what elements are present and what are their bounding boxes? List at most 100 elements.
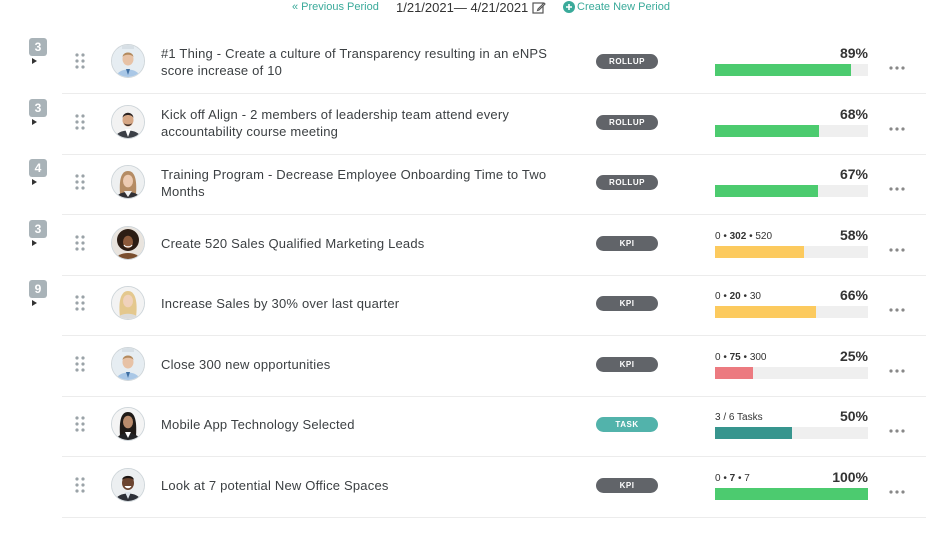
kpi-target: 7 xyxy=(744,473,750,484)
kpi-values: 0 • 7 • 7 xyxy=(715,473,750,484)
expand-caret-icon[interactable] xyxy=(32,119,37,125)
man-suit-icon xyxy=(111,105,145,139)
row-divider xyxy=(62,517,926,518)
progress-fill xyxy=(715,185,818,197)
goal-row[interactable]: 9 Increase Sales by 30% over last quarter… xyxy=(0,280,950,336)
goal-row[interactable]: Close 300 new opportunities KPI 0 • 75 • 3… xyxy=(0,341,950,397)
more-options-icon[interactable] xyxy=(889,360,905,373)
drag-handle-icon[interactable] xyxy=(74,416,86,432)
goal-row[interactable]: Look at 7 potential New Office Spaces KPI… xyxy=(0,462,950,518)
goal-title[interactable]: Look at 7 potential New Office Spaces xyxy=(161,477,571,494)
progress-bar xyxy=(715,125,868,137)
progress-bar xyxy=(715,367,868,379)
kpi-target: 30 xyxy=(749,291,761,302)
row-divider xyxy=(62,214,926,215)
man-shirt-icon xyxy=(111,44,145,78)
edit-icon[interactable] xyxy=(532,1,546,15)
more-options-icon[interactable] xyxy=(889,239,905,252)
child-count-badge: 4 xyxy=(29,159,47,177)
create-new-period-link[interactable]: Create New Period xyxy=(577,1,670,13)
woman-dark-icon xyxy=(111,407,145,441)
progress-fill xyxy=(715,306,816,318)
goal-title[interactable]: #1 Thing - Create a culture of Transpare… xyxy=(161,45,571,79)
expand-caret-icon[interactable] xyxy=(32,240,37,246)
goal-title[interactable]: Create 520 Sales Qualified Marketing Lea… xyxy=(161,235,571,252)
drag-handle-icon[interactable] xyxy=(74,53,86,69)
kpi-start: 0 xyxy=(715,352,721,363)
kpi-current: 302 xyxy=(729,231,747,242)
drag-handle-icon[interactable] xyxy=(74,174,86,190)
goal-title[interactable]: Mobile App Technology Selected xyxy=(161,416,571,433)
kpi-values: 0 • 302 • 520 xyxy=(715,231,773,242)
rollup-badge: ROLLUP xyxy=(596,115,658,130)
progress-fill xyxy=(715,64,851,76)
previous-period-link[interactable]: « Previous Period xyxy=(292,1,379,13)
progress-fill xyxy=(715,488,868,500)
progress-percent: 100% xyxy=(832,469,868,485)
goal-row[interactable]: 3 #1 Thing - Create a culture of Transpar… xyxy=(0,38,950,94)
woman-icon xyxy=(111,165,145,199)
more-options-icon[interactable] xyxy=(889,481,905,494)
drag-handle-icon[interactable] xyxy=(74,295,86,311)
row-divider xyxy=(62,93,926,94)
row-divider xyxy=(62,154,926,155)
more-options-icon[interactable] xyxy=(889,299,905,312)
progress-bar xyxy=(715,246,868,258)
goal-title[interactable]: Kick off Align - 2 members of leadership… xyxy=(161,106,571,140)
kpi-start: 0 xyxy=(715,291,721,302)
progress-percent: 89% xyxy=(839,45,868,61)
add-circle-icon[interactable] xyxy=(563,1,575,13)
man-shirt-icon xyxy=(111,347,145,381)
progress-bar xyxy=(715,64,868,76)
goal-row[interactable]: 4 Training Program - Decrease Employee On… xyxy=(0,159,950,215)
kpi-values: 0 • 75 • 300 xyxy=(715,352,767,363)
more-options-icon[interactable] xyxy=(889,118,905,131)
goal-title[interactable]: Close 300 new opportunities xyxy=(161,356,571,373)
progress-fill xyxy=(715,246,804,258)
kpi-values: 0 • 20 • 30 xyxy=(715,291,761,302)
drag-handle-icon[interactable] xyxy=(74,356,86,372)
drag-handle-icon[interactable] xyxy=(74,235,86,251)
drag-handle-icon[interactable] xyxy=(74,114,86,130)
more-options-icon[interactable] xyxy=(889,420,905,433)
row-divider xyxy=(62,396,926,397)
kpi-current: 75 xyxy=(729,352,741,363)
rollup-badge: ROLLUP xyxy=(596,54,658,69)
progress-percent: 25% xyxy=(839,348,868,364)
period-header: « Previous Period 1/21/2021— 4/21/2021 C… xyxy=(0,0,950,18)
goal-row[interactable]: Mobile App Technology Selected TASK 3 / 6 … xyxy=(0,401,950,457)
kpi-current: 7 xyxy=(729,473,736,484)
child-count-badge: 3 xyxy=(29,220,47,238)
kpi-current: 20 xyxy=(729,291,741,302)
goal-row[interactable]: 3 Create 520 Sales Qualified Marketing Le… xyxy=(0,220,950,276)
child-count-badge: 3 xyxy=(29,99,47,117)
kpi-start: 0 xyxy=(715,473,721,484)
kpi-target: 300 xyxy=(749,352,767,363)
progress-percent: 58% xyxy=(839,227,868,243)
kpi-badge: KPI xyxy=(596,236,658,251)
woman-curly-icon xyxy=(111,226,145,260)
date-range: 1/21/2021— 4/21/2021 xyxy=(396,0,529,15)
progress-fill xyxy=(715,367,753,379)
rollup-badge: ROLLUP xyxy=(596,175,658,190)
row-divider xyxy=(62,456,926,457)
task-badge: TASK xyxy=(596,417,658,432)
more-options-icon[interactable] xyxy=(889,57,905,70)
goal-title[interactable]: Increase Sales by 30% over last quarter xyxy=(161,295,571,312)
child-count-badge: 9 xyxy=(29,280,47,298)
progress-percent: 68% xyxy=(839,106,868,122)
expand-caret-icon[interactable] xyxy=(32,300,37,306)
woman-blonde-icon xyxy=(111,286,145,320)
more-options-icon[interactable] xyxy=(889,178,905,191)
man-smiling-icon xyxy=(111,468,145,502)
goal-row[interactable]: 3 Kick off Align - 2 members of leadershi… xyxy=(0,99,950,155)
expand-caret-icon[interactable] xyxy=(32,58,37,64)
child-count-badge: 3 xyxy=(29,38,47,56)
drag-handle-icon[interactable] xyxy=(74,477,86,493)
goal-title[interactable]: Training Program - Decrease Employee Onb… xyxy=(161,166,571,200)
progress-bar xyxy=(715,185,868,197)
row-divider xyxy=(62,275,926,276)
kpi-badge: KPI xyxy=(596,357,658,372)
progress-fill xyxy=(715,125,819,137)
expand-caret-icon[interactable] xyxy=(32,179,37,185)
